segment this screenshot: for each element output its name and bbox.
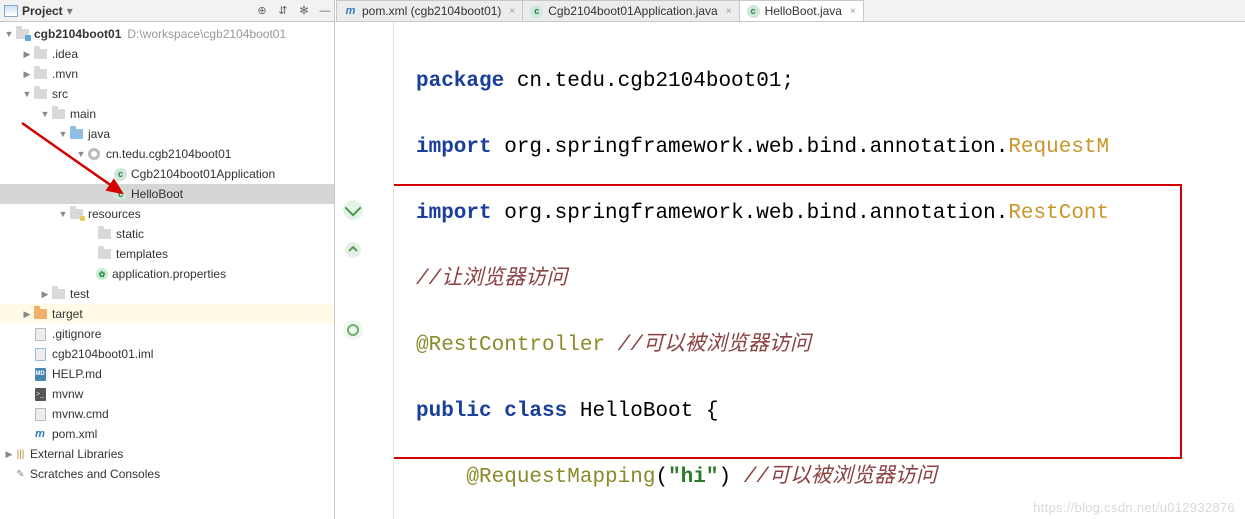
root-label: cgb2104boot01: [34, 27, 121, 41]
tree-pom[interactable]: m pom.xml: [0, 424, 334, 444]
spring-config-icon: ✿: [96, 268, 108, 280]
iml-file-icon: [35, 348, 46, 361]
tab-label: pom.xml (cgb2104boot01): [362, 4, 501, 18]
chevron-right-icon[interactable]: [22, 309, 32, 320]
file-icon: [35, 328, 46, 341]
tree-templates[interactable]: templates: [0, 244, 334, 264]
maven-file-icon: m: [344, 5, 357, 18]
folder-icon: [34, 89, 47, 99]
folder-icon: [98, 249, 111, 259]
tree-root[interactable]: cgb2104boot01 D:\workspace\cgb2104boot01: [0, 24, 334, 44]
chevron-right-icon[interactable]: [40, 289, 50, 300]
tree-idea[interactable]: .idea: [0, 44, 334, 64]
markdown-file-icon: MD: [35, 368, 46, 381]
tab-label: Cgb2104boot01Application.java: [548, 4, 717, 18]
chevron-right-icon[interactable]: [4, 449, 14, 460]
editor-region: m pom.xml (cgb2104boot01) × c Cgb2104boo…: [336, 0, 1245, 519]
tree-test[interactable]: test: [0, 284, 334, 304]
tree-resources[interactable]: resources: [0, 204, 334, 224]
project-panel-header: Project ▾ ⊕ ⇵ ✻ —: [0, 0, 334, 22]
excluded-folder-icon: [34, 309, 47, 319]
editor-body: package cn.tedu.cgb2104boot01; import or…: [336, 22, 1245, 519]
file-icon: [35, 408, 46, 421]
folder-icon: [98, 229, 111, 239]
project-tool-window: Project ▾ ⊕ ⇵ ✻ — cgb2104boot01 D:\works…: [0, 0, 335, 519]
project-tool-icon: [4, 5, 18, 17]
resources-folder-icon: [70, 209, 83, 219]
tree-mvnwcmd[interactable]: mvnw.cmd: [0, 404, 334, 424]
scratches-icon: ✎: [14, 468, 27, 481]
folder-icon: [34, 69, 47, 79]
tree-mvn[interactable]: .mvn: [0, 64, 334, 84]
tree-static[interactable]: static: [0, 224, 334, 244]
tree-java[interactable]: java: [0, 124, 334, 144]
code-line[interactable]: package cn.tedu.cgb2104boot01;: [416, 65, 1245, 98]
source-folder-icon: [70, 129, 83, 139]
chevron-down-icon[interactable]: [58, 129, 68, 139]
java-class-icon: c: [114, 188, 127, 201]
chevron-right-icon[interactable]: [22, 69, 32, 80]
root-path: D:\workspace\cgb2104boot01: [127, 27, 286, 41]
chevron-down-icon[interactable]: [76, 149, 86, 159]
tab-label: HelloBoot.java: [765, 4, 842, 18]
watermark-text: https://blog.csdn.net/u012932876: [1033, 500, 1235, 515]
chevron-down-icon[interactable]: [22, 89, 32, 99]
gutter-run-icon[interactable]: [343, 200, 363, 220]
tree-hello-class[interactable]: c HelloBoot: [0, 184, 334, 204]
gutter-nav-icon[interactable]: [343, 240, 363, 260]
folder-icon: [52, 289, 65, 299]
hide-panel-icon[interactable]: —: [316, 2, 334, 20]
shell-file-icon: >_: [35, 388, 46, 401]
chevron-right-icon[interactable]: [22, 49, 32, 60]
tree-help[interactable]: MD HELP.md: [0, 364, 334, 384]
close-tab-icon[interactable]: ×: [726, 6, 732, 17]
gutter-marker-icon[interactable]: [343, 320, 363, 340]
chevron-down-icon[interactable]: [40, 109, 50, 119]
maven-file-icon: m: [34, 428, 47, 441]
tree-app-class[interactable]: c Cgb2104boot01Application: [0, 164, 334, 184]
editor-tab-bar: m pom.xml (cgb2104boot01) × c Cgb2104boo…: [336, 0, 1245, 22]
project-view-dropdown-icon[interactable]: ▾: [67, 4, 73, 18]
tree-target[interactable]: target: [0, 304, 334, 324]
annotation-highlight-box: [394, 184, 1182, 459]
code-editor[interactable]: package cn.tedu.cgb2104boot01; import or…: [394, 22, 1245, 519]
tree-external-libraries[interactable]: ||| External Libraries: [0, 444, 334, 464]
folder-icon: [52, 109, 65, 119]
java-class-icon: c: [747, 5, 760, 18]
tree-scratches[interactable]: ✎ Scratches and Consoles: [0, 464, 334, 484]
folder-icon: [34, 49, 47, 59]
project-tree[interactable]: cgb2104boot01 D:\workspace\cgb2104boot01…: [0, 22, 334, 484]
code-line[interactable]: import org.springframework.web.bind.anno…: [416, 131, 1245, 164]
tree-mvnw[interactable]: >_ mvnw: [0, 384, 334, 404]
java-class-icon: c: [530, 5, 543, 18]
gear-icon[interactable]: ✻: [295, 2, 313, 20]
code-line[interactable]: @RequestMapping("hi") //可以被浏览器访问: [416, 461, 1245, 494]
tree-package[interactable]: cn.tedu.cgb2104boot01: [0, 144, 334, 164]
tree-main[interactable]: main: [0, 104, 334, 124]
project-panel-title[interactable]: Project: [22, 4, 63, 18]
select-opened-file-icon[interactable]: ⊕: [253, 2, 271, 20]
close-tab-icon[interactable]: ×: [850, 6, 856, 17]
tree-iml[interactable]: cgb2104boot01.iml: [0, 344, 334, 364]
libraries-icon: |||: [14, 448, 27, 461]
chevron-down-icon[interactable]: [4, 29, 14, 39]
tab-pom[interactable]: m pom.xml (cgb2104boot01) ×: [336, 0, 523, 21]
module-folder-icon: [16, 29, 29, 39]
package-icon: [88, 148, 100, 160]
chevron-down-icon[interactable]: [58, 209, 68, 219]
tree-src[interactable]: src: [0, 84, 334, 104]
tree-app-props[interactable]: ✿ application.properties: [0, 264, 334, 284]
tab-app[interactable]: c Cgb2104boot01Application.java ×: [522, 0, 739, 21]
editor-gutter[interactable]: [336, 22, 394, 519]
tree-gitignore[interactable]: .gitignore: [0, 324, 334, 344]
expand-collapse-icon[interactable]: ⇵: [274, 2, 292, 20]
java-class-icon: c: [114, 168, 127, 181]
close-tab-icon[interactable]: ×: [509, 6, 515, 17]
tab-hello[interactable]: c HelloBoot.java ×: [739, 0, 864, 21]
